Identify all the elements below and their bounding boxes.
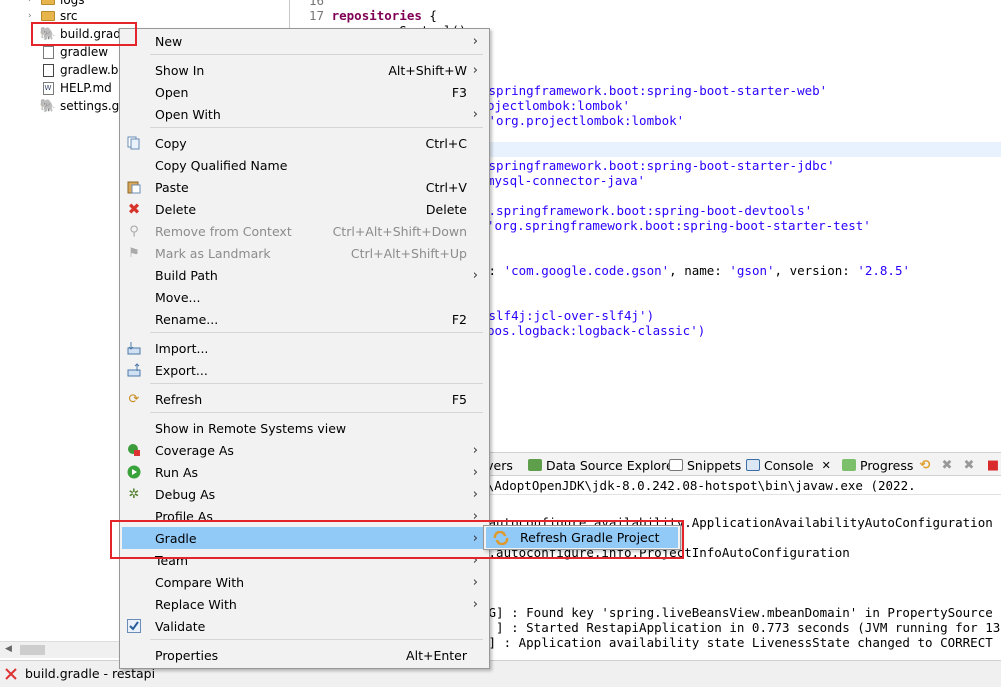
- terminate-icon[interactable]: ✖: [940, 458, 954, 473]
- file-icon: [40, 44, 56, 60]
- chevron-right-icon: ›: [472, 442, 478, 458]
- chevron-right-icon: ›: [472, 596, 478, 612]
- menu-item-copy[interactable]: Copy Ctrl+C: [122, 132, 487, 154]
- code-line: .springframework.boot:spring-boot-starte…: [481, 83, 828, 98]
- tree-item-help-md[interactable]: W HELP.md: [40, 79, 112, 97]
- export-icon: [126, 362, 142, 378]
- remove-all-icon[interactable]: ✖: [962, 458, 976, 473]
- chevron-right-icon: ›: [472, 267, 478, 283]
- copy-icon: [126, 135, 142, 151]
- stop-icon[interactable]: ■: [986, 458, 1000, 473]
- menu-separator: [150, 54, 483, 55]
- menu-item-export[interactable]: Export...: [122, 359, 487, 381]
- error-marker-icon: [5, 668, 17, 680]
- menu-item-move[interactable]: Move...: [122, 286, 487, 308]
- menu-item-compare-with[interactable]: Compare With ›: [122, 571, 487, 593]
- annotation-box-build-gradle: [31, 22, 137, 46]
- code-line: mysql-connector-java': [487, 173, 646, 188]
- code-line: .slf4j:jcl-over-slf4j'): [481, 308, 655, 323]
- menu-item-rename[interactable]: Rename... F2: [122, 308, 487, 330]
- scrollbar-thumb[interactable]: [20, 645, 45, 655]
- paste-icon: [126, 179, 142, 195]
- coverage-icon: [126, 442, 142, 458]
- menu-item-coverage-as[interactable]: Coverage As ›: [122, 439, 487, 461]
- code-line: 17 repositories {: [309, 8, 437, 23]
- run-icon: [126, 464, 142, 480]
- menu-separator: [150, 412, 483, 413]
- validate-check-icon: [126, 618, 142, 634]
- progress-icon: [842, 459, 856, 471]
- menu-item-debug-as[interactable]: ✲ Debug As ›: [122, 483, 487, 505]
- chevron-right-icon[interactable]: ›: [28, 0, 40, 5]
- menu-item-properties[interactable]: Properties Alt+Enter: [122, 644, 487, 666]
- code-line: p: 'com.google.code.gson', name: 'gson',…: [481, 263, 911, 278]
- menu-separator: [150, 383, 483, 384]
- tab-data-source-explorer[interactable]: Data Source Explorer: [528, 457, 679, 473]
- snippets-icon: [669, 459, 683, 471]
- code-line: g.springframework.boot:spring-boot-devto…: [481, 203, 813, 218]
- remove-context-icon: ⚲: [129, 223, 139, 239]
- chevron-right-icon: ›: [472, 464, 478, 480]
- menu-item-paste[interactable]: Paste Ctrl+V: [122, 176, 487, 198]
- debug-icon: ✲: [128, 486, 140, 502]
- markdown-file-icon: W: [40, 80, 56, 96]
- console-line: UG] : Found key 'spring.liveBeansView.mb…: [481, 605, 1001, 620]
- menu-separator: [150, 127, 483, 128]
- menu-item-copy-qualified-name[interactable]: Copy Qualified Name: [122, 154, 487, 176]
- code-line: ojectlombok:lombok': [487, 98, 630, 113]
- menu-separator: [150, 639, 483, 640]
- context-menu: New › Show In Alt+Shift+W › Open F3 Open…: [119, 28, 490, 669]
- code-line: 'org.projectlombok:lombok': [481, 113, 685, 128]
- menu-item-import[interactable]: Import...: [122, 337, 487, 359]
- console-icon: [746, 459, 760, 471]
- menu-separator: [150, 332, 483, 333]
- menu-item-build-path[interactable]: Build Path ›: [122, 264, 487, 286]
- landmark-icon: ⚑: [128, 245, 140, 261]
- data-source-explorer-icon: [528, 459, 542, 471]
- menu-item-open[interactable]: Open F3: [122, 81, 487, 103]
- menu-item-run-as[interactable]: Run As ›: [122, 461, 487, 483]
- gradle-refresh-icon[interactable]: ⟲: [918, 458, 932, 473]
- code-line: 16: [309, 0, 325, 8]
- chevron-right-icon[interactable]: ›: [28, 11, 40, 21]
- tab-progress[interactable]: Progress: [842, 457, 913, 473]
- scroll-left-icon[interactable]: ◀: [5, 644, 12, 654]
- menu-item-show-in-remote-systems[interactable]: Show in Remote Systems view: [122, 417, 487, 439]
- chevron-right-icon: ›: [472, 574, 478, 590]
- tab-snippets[interactable]: Snippets: [669, 457, 741, 473]
- chevron-right-icon: ›: [472, 33, 478, 49]
- menu-item-new[interactable]: New ›: [122, 30, 487, 52]
- chevron-right-icon: ›: [472, 106, 478, 122]
- tab-console[interactable]: Console ✕: [746, 457, 831, 473]
- delete-icon: ✖: [127, 200, 141, 218]
- annotation-box-gradle-refresh: [110, 520, 684, 559]
- console-line: G] : Application availability state Live…: [481, 635, 993, 650]
- menu-item-mark-as-landmark[interactable]: ⚑ Mark as Landmark Ctrl+Alt+Shift+Up: [122, 242, 487, 264]
- menu-item-validate[interactable]: Validate: [122, 615, 487, 637]
- console-line: O ] : Started RestapiApplication in 0.77…: [481, 620, 1001, 635]
- refresh-icon: ⟳: [128, 391, 140, 407]
- code-line: .springframework.boot:spring-boot-starte…: [481, 158, 835, 173]
- code-line: 'org.springframework.boot:spring-boot-st…: [487, 218, 871, 233]
- menu-item-refresh[interactable]: ⟳ Refresh F5: [122, 388, 487, 410]
- gradle-icon: 🐘: [39, 98, 57, 114]
- chevron-right-icon: ›: [472, 486, 478, 502]
- menu-item-delete[interactable]: ✖ Delete Delete: [122, 198, 487, 220]
- menu-item-replace-with[interactable]: Replace With ›: [122, 593, 487, 615]
- code-line: pos.logback:logback-classic'): [487, 323, 706, 338]
- menu-item-remove-from-context[interactable]: ⚲ Remove from Context Ctrl+Alt+Shift+Dow…: [122, 220, 487, 242]
- close-icon[interactable]: ✕: [822, 459, 831, 472]
- bat-file-icon: [40, 62, 56, 78]
- chevron-right-icon: ›: [472, 62, 478, 78]
- import-icon: [126, 340, 142, 356]
- menu-item-show-in[interactable]: Show In Alt+Shift+W ›: [122, 59, 487, 81]
- tree-item-gradlew-bat[interactable]: gradlew.bat: [40, 61, 130, 79]
- menu-item-open-with[interactable]: Open With ›: [122, 103, 487, 125]
